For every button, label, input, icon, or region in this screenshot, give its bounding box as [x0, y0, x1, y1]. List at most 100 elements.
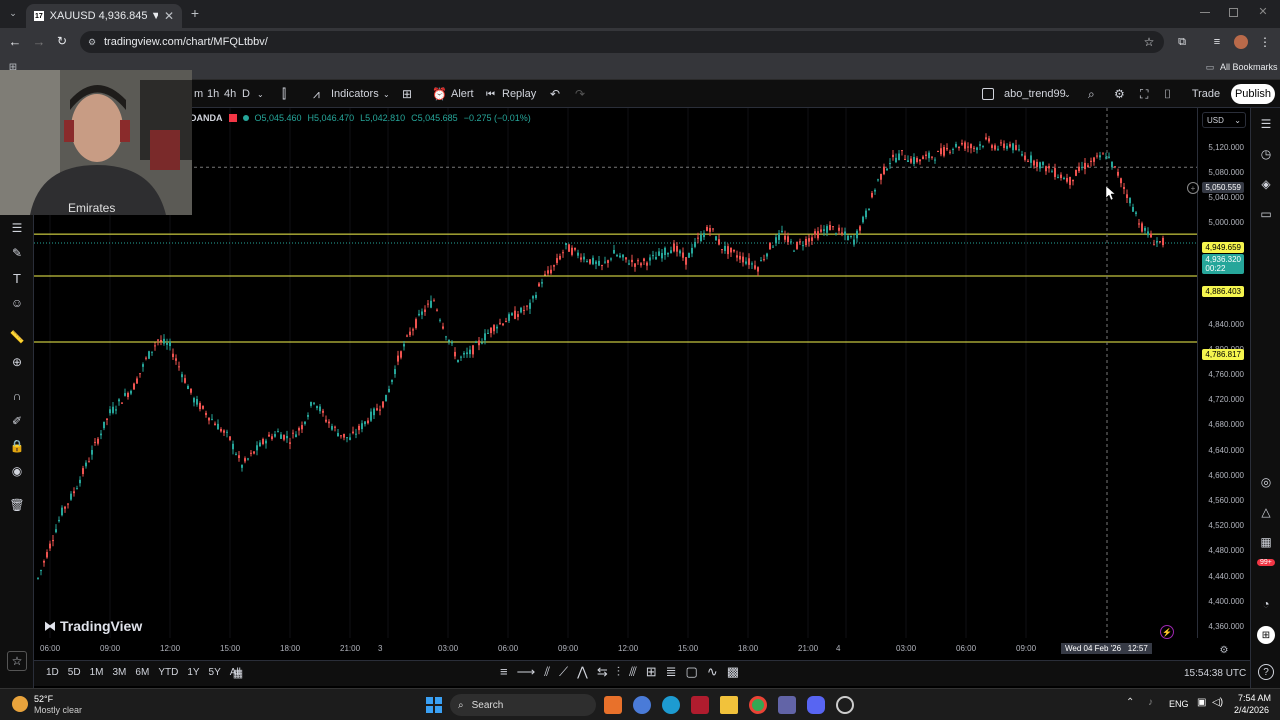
taskbar-time[interactable]: 7:54 AM — [1238, 693, 1271, 703]
range-button[interactable]: 1D — [46, 667, 59, 678]
zoom-in-icon[interactable]: ⊕ — [9, 354, 25, 370]
network-icon[interactable]: ▣ — [1197, 697, 1206, 708]
indicators-button[interactable]: Indicators — [331, 80, 379, 108]
pitchfork-icon[interactable]: ⫽ — [544, 664, 550, 680]
eye-icon[interactable]: ◉ — [9, 463, 25, 479]
currency-select[interactable]: USD ⌄ — [1202, 112, 1246, 128]
app-red-icon[interactable] — [691, 696, 709, 714]
file-explorer-icon[interactable] — [720, 696, 738, 714]
utc-clock[interactable]: 15:54:38 UTC — [1184, 668, 1246, 679]
teams-icon[interactable] — [778, 696, 796, 714]
minimize-icon[interactable] — [1200, 12, 1210, 13]
interval-minutes[interactable]: m — [194, 80, 203, 108]
language-indicator[interactable]: ENG — [1169, 699, 1189, 709]
indicators-icon[interactable]: ⩘ — [313, 80, 320, 108]
new-tab-icon[interactable]: + — [188, 5, 202, 21]
app-circle-icon[interactable] — [836, 696, 854, 714]
camera-icon[interactable]: ⌷ — [1164, 80, 1171, 108]
chevron-down-icon[interactable]: ⌄ — [1064, 80, 1071, 108]
undo-icon[interactable]: ↶ — [550, 80, 560, 108]
chart-canvas[interactable] — [34, 108, 1197, 638]
tray-chevron-icon[interactable]: ⌃ — [1126, 697, 1134, 708]
range-button[interactable]: YTD — [158, 667, 178, 678]
weather-temp[interactable]: 52°F — [34, 694, 53, 704]
text-icon[interactable]: T — [9, 270, 25, 286]
mic-icon[interactable]: ♪ — [1148, 697, 1153, 708]
gann-icon[interactable]: ≣ — [666, 664, 677, 680]
layout-grid-icon[interactable]: ⊞ — [402, 80, 412, 108]
channel-icon[interactable]: ⫶ — [617, 664, 620, 680]
extensions-icon[interactable]: ⧉ — [1175, 35, 1189, 49]
price-axis[interactable]: USD ⌄ 5,120.000 5,080.000 5,040.000 5,000.0… — [1187, 108, 1250, 656]
reload-icon[interactable]: ↻ — [55, 34, 69, 48]
tab-list-icon[interactable]: ⌄ — [6, 6, 20, 20]
curve-icon[interactable]: ∿ — [707, 664, 718, 680]
back-icon[interactable]: ← — [8, 34, 22, 49]
forward-icon[interactable]: → — [32, 34, 46, 49]
path-icon[interactable]: ⇆ — [597, 664, 608, 680]
alert-button[interactable]: Alert — [451, 80, 474, 108]
browser-tab[interactable]: 17 XAUUSD 4,936.845 ▼ −0.2% al ✕ — [26, 4, 182, 28]
calendar-icon[interactable]: ▦ — [1258, 534, 1274, 550]
alert-icon[interactable]: ⏰ — [432, 80, 447, 108]
range-button[interactable]: 1M — [90, 667, 104, 678]
brush-icon[interactable]: ✎ — [9, 245, 25, 261]
layout-checkbox[interactable] — [982, 88, 994, 100]
range-button[interactable]: 6M — [135, 667, 149, 678]
help-icon[interactable]: ? — [1258, 664, 1274, 680]
publish-button[interactable]: Publish — [1231, 84, 1275, 104]
bookmark-star-icon[interactable]: ☆ — [1142, 35, 1156, 49]
chevron-down-icon[interactable]: ⌄ — [257, 80, 264, 108]
ruler-icon[interactable]: 📏 — [9, 329, 25, 345]
pattern-icon[interactable]: ⋀ — [577, 664, 588, 680]
chat-icon[interactable]: ▭ — [1258, 206, 1274, 222]
interval-4h[interactable]: 4h — [224, 80, 236, 108]
axis-settings-icon[interactable]: ⚙ — [1218, 644, 1230, 656]
emoji-icon[interactable]: ☺ — [9, 295, 25, 311]
url-field[interactable]: ⚙ tradingview.com/chart/MFQLtbbv/ ☆ — [80, 31, 1164, 53]
app-icon[interactable] — [604, 696, 622, 714]
time-axis[interactable]: 06:00 09:00 12:00 15:00 18:00 21:00 3 03:00 06:0… — [34, 640, 1197, 660]
chevron-down-icon[interactable]: ⌄ — [383, 80, 390, 108]
triangle-icon[interactable]: △ — [1258, 504, 1274, 520]
all-bookmarks-link[interactable]: All Bookmarks — [1220, 62, 1278, 72]
media-icon[interactable]: ≡ — [1210, 35, 1224, 49]
grid-tool-icon[interactable]: ▩ — [727, 664, 739, 680]
browser-menu-icon[interactable]: ⋮ — [1259, 35, 1271, 49]
favorites-star-icon[interactable]: ☆ — [7, 651, 27, 671]
lock-drawing-icon[interactable]: ✐ — [9, 413, 25, 429]
layers-icon[interactable]: ◈ — [1258, 176, 1274, 192]
taskbar-search[interactable]: ⌕ Search — [450, 694, 596, 716]
interval-1h[interactable]: 1h — [207, 80, 219, 108]
add-alert-icon[interactable]: + — [1187, 182, 1199, 194]
windows-start-icon[interactable] — [426, 697, 442, 713]
close-tab-icon[interactable]: ✕ — [164, 9, 174, 23]
edge-icon[interactable] — [662, 696, 680, 714]
fib-icon[interactable]: ⊞ — [646, 664, 657, 680]
hline-tool-icon[interactable]: ≡ — [500, 664, 508, 680]
rectangle-icon[interactable]: ▢ — [686, 664, 698, 680]
volume-icon[interactable]: ◁) — [1212, 697, 1223, 708]
apps-grid-icon[interactable]: ⊞ — [1257, 626, 1275, 644]
magnet-icon[interactable]: ∩ — [9, 388, 25, 404]
watchlist-icon[interactable]: ☰ — [1258, 116, 1274, 132]
lock-icon[interactable]: 🔒 — [9, 438, 25, 454]
interval-d[interactable]: D — [242, 80, 250, 108]
date-range-icon[interactable]: ▦ — [231, 666, 245, 680]
chrome-icon[interactable] — [749, 696, 767, 714]
replay-icon[interactable]: ⏮ — [486, 80, 495, 108]
layout-name[interactable]: abo_trend99 — [1004, 80, 1066, 108]
alerts-clock-icon[interactable]: ◷ — [1258, 146, 1274, 162]
notifications-icon[interactable]: ◔ — [1258, 596, 1274, 612]
profile-avatar[interactable] — [1234, 35, 1248, 49]
copilot-icon[interactable] — [633, 696, 651, 714]
line-tool-icon[interactable]: ⟋ — [559, 664, 568, 680]
range-button[interactable]: 5Y — [209, 667, 221, 678]
trend-line-icon[interactable]: ☰ — [9, 220, 25, 236]
range-button[interactable]: 3M — [113, 667, 127, 678]
maximize-icon[interactable] — [1229, 8, 1238, 17]
redo-icon[interactable]: ↷ — [575, 80, 585, 108]
parallel-icon[interactable]: ⫻ — [629, 664, 637, 680]
close-window-icon[interactable]: ✕ — [1256, 4, 1270, 18]
price-chart[interactable]: DANDA O5,045.460 H5,046.470 L5,042.810 C… — [34, 108, 1197, 639]
